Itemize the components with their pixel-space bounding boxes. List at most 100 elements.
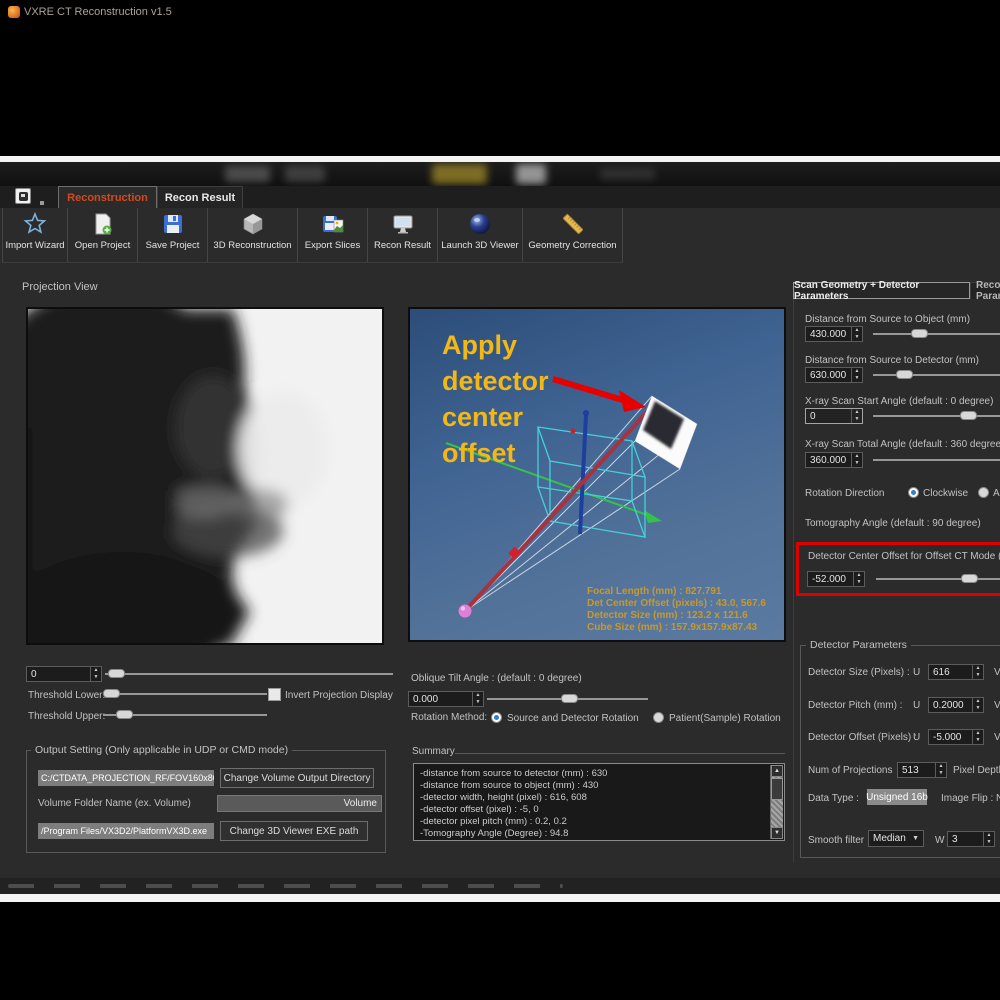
dsd-slider[interactable] bbox=[873, 367, 1000, 383]
summary-line: -detector pixel pitch (mm) : 0.2, 0.2 bbox=[420, 816, 766, 828]
scrollbar-thumb[interactable] bbox=[771, 778, 783, 800]
spin-down-icon[interactable]: ▼ bbox=[976, 706, 981, 711]
detector-offset-u-input[interactable]: -5.000 ▲▼ bbox=[928, 729, 984, 745]
geometry-correction-button[interactable]: Geometry Correction bbox=[523, 208, 623, 262]
spin-down-icon[interactable]: ▼ bbox=[987, 840, 992, 845]
annotation-arrow bbox=[553, 379, 646, 412]
w-input[interactable]: 3 ▲ ▼ bbox=[947, 831, 995, 847]
tab-recon-result-label: Recon Result bbox=[165, 192, 235, 204]
spin-up-icon[interactable]: ▲ bbox=[939, 764, 944, 769]
start-angle-input[interactable]: 0 ▲▼ bbox=[805, 408, 863, 424]
spin-up-icon[interactable]: ▲ bbox=[855, 454, 860, 459]
rotation-center-marker bbox=[571, 429, 576, 434]
spin-down-icon[interactable]: ▼ bbox=[976, 738, 981, 743]
threshold-upper-label: Threshold Upper: bbox=[28, 711, 105, 722]
3d-reconstruction-button[interactable]: 3D Reconstruction bbox=[208, 208, 298, 262]
spin-down-icon[interactable]: ▼ bbox=[94, 675, 99, 680]
tab-recon-result[interactable]: Recon Result bbox=[157, 186, 243, 208]
output-directory-field[interactable]: C:/CTDATA_PROJECTION_RF/FOV160x80 bbox=[38, 770, 214, 786]
patient-rotation-radio[interactable] bbox=[653, 712, 664, 723]
detector-size-u-input[interactable]: 616 ▲▼ bbox=[928, 664, 984, 680]
projection-image[interactable] bbox=[26, 307, 384, 645]
toolbar-label: Geometry Correction bbox=[524, 240, 620, 251]
tab-scan-geometry[interactable]: Scan Geometry + Detector Parameters bbox=[793, 282, 970, 299]
export-slices-button[interactable]: Export Slices bbox=[298, 208, 368, 262]
viewer-exe-path-field[interactable]: /Program Files/VX3D2/PlatformVX3D.exe bbox=[38, 823, 214, 839]
tab-recon-parameters[interactable]: Recon Parameters bbox=[970, 282, 1000, 299]
summary-title: Summary bbox=[412, 746, 455, 757]
floppy-disk-icon bbox=[161, 212, 185, 236]
dsd-value: 630.000 bbox=[806, 370, 851, 381]
patient-rotation-label: Patient(Sample) Rotation bbox=[669, 713, 781, 724]
tab-reconstruction[interactable]: Reconstruction bbox=[58, 186, 157, 208]
dso-input[interactable]: 430.000 ▲▼ bbox=[805, 326, 863, 342]
oblique-tilt-slider[interactable] bbox=[487, 691, 648, 707]
u-label: U bbox=[913, 700, 920, 711]
w-value: 3 bbox=[948, 834, 983, 845]
recon-result-button[interactable]: Recon Result bbox=[368, 208, 438, 262]
spin-up-icon[interactable]: ▲ bbox=[94, 668, 99, 673]
geometry-info-line: Det Center Offset (pixels) : 43.0, 567.6 bbox=[587, 598, 766, 609]
spin-up-icon[interactable]: ▲ bbox=[976, 699, 981, 704]
invert-projection-checkbox[interactable] bbox=[268, 688, 281, 701]
spin-down-icon[interactable]: ▼ bbox=[855, 335, 860, 340]
frame-index-input[interactable]: 0 ▲▼ bbox=[26, 666, 102, 682]
spin-up-icon[interactable]: ▲ bbox=[855, 410, 860, 415]
summary-scrollbar[interactable]: ▲ ▼ bbox=[770, 765, 783, 839]
u-label: U bbox=[913, 732, 920, 743]
save-project-button[interactable]: Save Project bbox=[138, 208, 208, 262]
detector-center-offset-slider[interactable] bbox=[876, 571, 1000, 587]
launch-3d-viewer-button[interactable]: Launch 3D Viewer bbox=[438, 208, 523, 262]
spin-down-icon[interactable]: ▼ bbox=[855, 417, 860, 422]
rotation-direction-label: Rotation Direction bbox=[805, 488, 884, 499]
smooth-filter-dropdown[interactable]: Median ▼ bbox=[868, 830, 924, 847]
spin-down-icon[interactable]: ▼ bbox=[976, 673, 981, 678]
spin-down-icon[interactable]: ▼ bbox=[857, 580, 862, 585]
scroll-down-icon[interactable]: ▼ bbox=[771, 827, 783, 839]
change-output-directory-button[interactable]: Change Volume Output Directory bbox=[220, 768, 374, 788]
dso-slider[interactable] bbox=[873, 326, 1000, 342]
spin-up-icon[interactable]: ▲ bbox=[987, 833, 992, 838]
titlebar-ghost bbox=[285, 166, 325, 182]
quick-access-button[interactable] bbox=[15, 188, 31, 204]
detector-center-offset-value: -52.000 bbox=[808, 574, 853, 585]
spin-up-icon[interactable]: ▲ bbox=[976, 666, 981, 671]
spin-up-icon[interactable]: ▲ bbox=[855, 369, 860, 374]
volume-folder-input[interactable]: Volume bbox=[217, 795, 382, 812]
clockwise-radio[interactable] bbox=[908, 487, 919, 498]
spin-down-icon[interactable]: ▼ bbox=[855, 461, 860, 466]
spin-down-icon[interactable]: ▼ bbox=[855, 376, 860, 381]
detector-pitch-u-input[interactable]: 0.2000 ▲▼ bbox=[928, 697, 984, 713]
spin-up-icon[interactable]: ▲ bbox=[857, 573, 862, 578]
spin-down-icon[interactable]: ▼ bbox=[476, 700, 481, 705]
threshold-upper-slider[interactable] bbox=[103, 707, 267, 723]
data-type-value[interactable]: Unsigned 16b bbox=[867, 789, 927, 805]
spin-up-icon[interactable]: ▲ bbox=[976, 731, 981, 736]
xray-image bbox=[28, 309, 384, 645]
total-angle-input[interactable]: 360.000 ▲ ▼ bbox=[805, 452, 863, 468]
import-wizard-button[interactable]: Import Wizard bbox=[2, 208, 68, 262]
total-angle-slider[interactable] bbox=[873, 452, 1000, 468]
detector-center-offset-input[interactable]: -52.000 ▲ ▼ bbox=[807, 571, 865, 587]
threshold-lower-slider[interactable] bbox=[103, 686, 267, 702]
viewer-3d[interactable]: Apply detector center offset Focal Lengt… bbox=[408, 307, 786, 642]
change-exe-path-button[interactable]: Change 3D Viewer EXE path bbox=[220, 821, 368, 841]
spin-down-icon[interactable]: ▼ bbox=[939, 771, 944, 776]
dsd-input[interactable]: 630.000 ▲ ▼ bbox=[805, 367, 863, 383]
scroll-up-icon[interactable]: ▲ bbox=[771, 765, 783, 777]
toolbar-label: Save Project bbox=[142, 240, 204, 251]
source-detector-rotation-radio[interactable] bbox=[491, 712, 502, 723]
start-angle-slider[interactable] bbox=[873, 408, 1000, 424]
open-project-button[interactable]: Open Project bbox=[68, 208, 138, 262]
spin-up-icon[interactable]: ▲ bbox=[855, 328, 860, 333]
anticlockwise-radio[interactable] bbox=[978, 487, 989, 498]
oblique-tilt-input[interactable]: 0.000 ▲▼ bbox=[408, 691, 484, 707]
letterbox-top bbox=[0, 0, 1000, 156]
num-projections-input[interactable]: 513 ▲▼ bbox=[897, 762, 947, 778]
total-angle-value: 360.000 bbox=[806, 455, 851, 466]
spin-up-icon[interactable]: ▲ bbox=[476, 693, 481, 698]
summary-box[interactable]: -distance from source to detector (mm) :… bbox=[413, 763, 785, 841]
dropdown-indicator[interactable] bbox=[40, 201, 44, 205]
chevron-down-icon: ▼ bbox=[912, 835, 919, 842]
frame-slider[interactable] bbox=[105, 666, 393, 682]
